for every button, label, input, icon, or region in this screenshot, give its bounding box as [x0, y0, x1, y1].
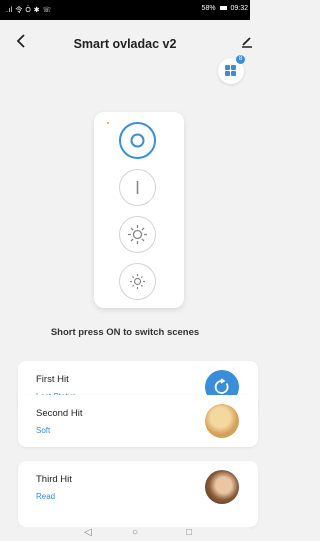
scene-item-third-hit[interactable]: Third Hit Read [18, 461, 258, 527]
scene-button[interactable] [119, 122, 156, 159]
on-button[interactable] [119, 169, 156, 206]
status-icons: .ıl 令 Ö ✱ ☏ [6, 7, 52, 14]
hint-text: Short press ON to switch scenes [50, 327, 200, 338]
scene-title: First Hit [36, 374, 69, 385]
edit-icon [242, 37, 252, 48]
battery-percent: 58% [201, 5, 216, 12]
scene-subtitle: Soft [36, 426, 51, 435]
device-panel [94, 112, 184, 308]
indicator-light [107, 122, 109, 124]
grid-badge: 8 [236, 55, 245, 64]
circle-icon [130, 133, 145, 148]
soft-thumbnail [205, 404, 239, 438]
system-nav-bar: ◁ ○ □ [0, 527, 250, 541]
sun-large-icon [128, 225, 147, 244]
nav-home-icon[interactable]: ○ [132, 527, 138, 538]
battery-icon [219, 6, 227, 11]
power-line-icon [136, 181, 139, 194]
page-title: Smart ovladac v2 [73, 37, 177, 51]
scene-title: Second Hit [36, 408, 83, 419]
scene-subtitle: Read [36, 492, 56, 501]
edit-button[interactable] [241, 34, 253, 51]
clock: 09:32 [230, 5, 248, 12]
grid-icon [225, 65, 237, 77]
read-thumbnail [205, 470, 239, 504]
status-bar: .ıl 令 Ö ✱ ☏ 58% 09:32 [0, 0, 250, 20]
header: Smart ovladac v2 [0, 20, 253, 70]
scene-title: Third Hit [36, 474, 72, 485]
status-right: 58% 09:32 [202, 5, 248, 12]
brightness-up-button[interactable] [119, 216, 156, 253]
nav-recents-icon[interactable]: □ [186, 527, 192, 538]
nav-back-icon[interactable]: ◁ [84, 527, 92, 538]
sun-small-icon [130, 274, 145, 289]
brightness-down-button[interactable] [119, 263, 156, 300]
scene-grid-button[interactable]: 8 [218, 55, 245, 84]
scene-item-second-hit[interactable]: Second Hit Soft [18, 395, 258, 447]
refresh-icon [214, 378, 229, 394]
